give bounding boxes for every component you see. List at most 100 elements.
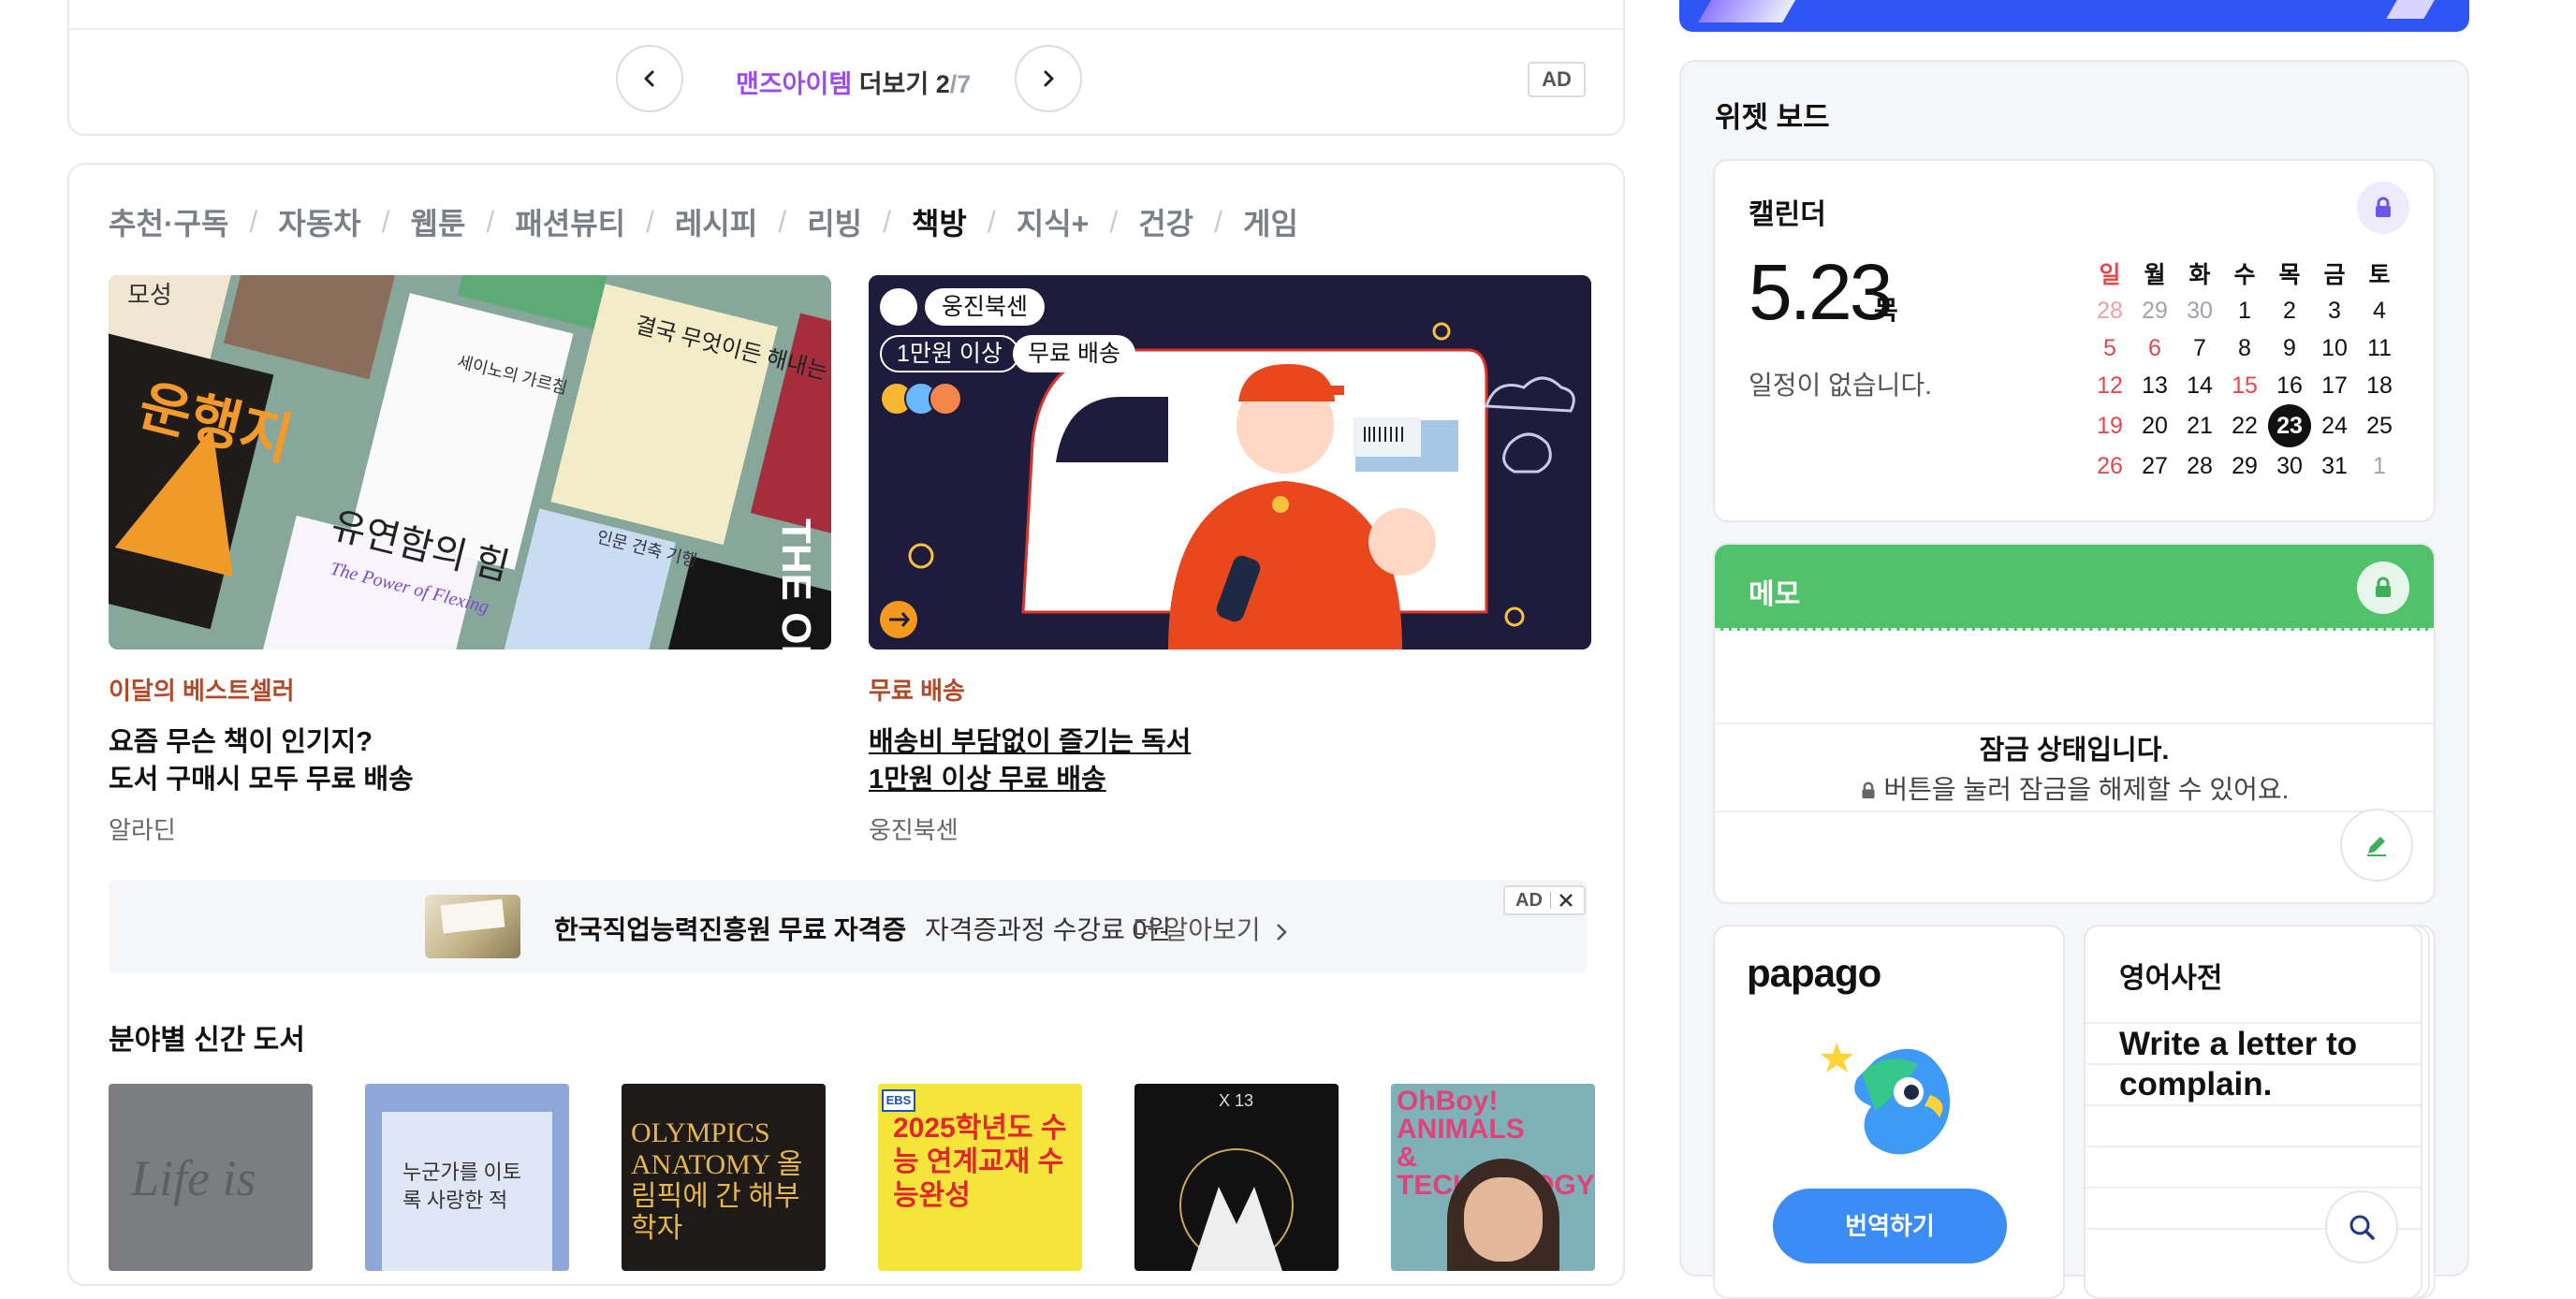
tab-recipe[interactable]: 레시피 [675, 200, 757, 243]
top-right-banner[interactable] [1679, 0, 2469, 32]
section-title: 분야별 신간 도서 [109, 1025, 305, 1056]
emoji-reactions [880, 382, 962, 416]
calendar-day[interactable]: 12 [2087, 367, 2132, 404]
calendar-day[interactable]: 9 [2267, 329, 2312, 367]
memo-widget[interactable]: 메모 잠금 상태입니다. 버튼을 눌러 잠금을 해제할 수 있어요. [1713, 543, 2436, 904]
ad-title: 한국직업능력진흥원 무료 자격증 [554, 915, 907, 944]
book-collage: 모성 운행지 세이노의 가르침 결국 무엇이든 해내는 사람 유연함의 힘 Th… [109, 275, 831, 650]
calendar-day[interactable]: 20 [2132, 404, 2177, 447]
ad-badge[interactable]: AD [1528, 62, 1586, 97]
tab-game[interactable]: 게임 [1243, 200, 1298, 243]
calendar-day[interactable]: 18 [2357, 367, 2402, 404]
papago-widget[interactable]: papago 번역하기 [1713, 925, 2065, 1299]
calendar-day[interactable]: 21 [2177, 404, 2222, 447]
pager: 맨즈아이템 더보기 2/7 AD [69, 45, 1623, 112]
calendar-day[interactable]: 16 [2267, 367, 2312, 404]
calendar-day[interactable]: 8 [2222, 329, 2267, 367]
calendar-day[interactable]: 15 [2222, 367, 2267, 404]
prev-button[interactable] [616, 45, 683, 112]
ad-info[interactable]: AD [1503, 885, 1586, 915]
dictionary-widget[interactable]: 영어사전 Write a letter to complain. [2084, 925, 2436, 1299]
memo-hint: 버튼을 눌러 잠금을 해제할 수 있어요. [1715, 769, 2434, 807]
tab-separator: / [1214, 204, 1222, 239]
calendar-day[interactable]: 2 [2267, 292, 2312, 329]
calendar-day[interactable]: 28 [2177, 447, 2222, 485]
calendar-day[interactable]: 25 [2357, 404, 2402, 447]
calendar-day[interactable]: 1 [2222, 292, 2267, 329]
calendar-day[interactable]: 30 [2177, 292, 2222, 329]
calendar-day[interactable]: 17 [2312, 367, 2357, 404]
book-cover[interactable]: EBS 2025학년도 수능 연계교재 수능완성 [878, 1084, 1082, 1271]
tab-separator: / [249, 204, 258, 239]
tab-webtoon[interactable]: 웹툰 [411, 200, 466, 243]
tab-recommend[interactable]: 추천·구독 [109, 200, 228, 243]
ad-banner[interactable]: 한국직업능력진흥원 무료 자격증 자격증과정 수강료 0원 더 알아보기 AD [109, 880, 1588, 973]
new-books-row: Life is 누군가를 이토록 사랑한 적 OLYMPICS ANATOMY … [109, 1084, 1595, 1271]
weekday-label: 월 [2144, 262, 2166, 288]
calendar-day[interactable]: 19 [2087, 404, 2132, 447]
today-marker: 23 [2268, 404, 2311, 447]
calendar-day[interactable]: 13 [2132, 367, 2177, 404]
calendar-day[interactable]: 1 [2357, 447, 2402, 485]
calendar-day[interactable]: 29 [2132, 292, 2177, 329]
calendar-day[interactable]: 27 [2132, 447, 2177, 485]
next-button[interactable] [1015, 45, 1082, 112]
weekday-label: 목 [2278, 262, 2301, 288]
heart-icon [929, 382, 962, 416]
ad-more-label: 더 알아보기 [1133, 915, 1261, 944]
tab-health[interactable]: 건강 [1138, 200, 1193, 243]
calendar-day[interactable]: 14 [2177, 367, 2222, 404]
tab-living[interactable]: 리빙 [807, 200, 862, 243]
calendar-day[interactable]: 7 [2177, 329, 2222, 367]
book-cover[interactable]: OLYMPICS ANATOMY 올림픽에 간 해부학자 [622, 1084, 826, 1271]
content-panel: 추천·구독 / 자동차 / 웹툰 / 패션뷰티 / 레시피 / 리빙 / 책방 / 지식+ / … [67, 163, 1625, 1286]
card-title[interactable]: 배송비 부담없이 즐기는 독서 1만원 이상 무료 배송 [869, 723, 1591, 798]
tab-separator: / [883, 204, 891, 239]
tab-separator: / [646, 204, 654, 239]
calendar-day[interactable]: 3 [2312, 292, 2357, 329]
tab-knowledge[interactable]: 지식+ [1017, 200, 1090, 243]
free-delivery-card[interactable]: 웅진북센 1만원 이상 무료 배송 무료 배송 배송비 부담없이 즐기는 독서 … [869, 275, 1591, 846]
calendar-day[interactable]: 28 [2087, 292, 2132, 329]
calendar-lock-button[interactable] [2357, 182, 2409, 234]
memo-edit-button[interactable] [2340, 809, 2413, 882]
book-cover[interactable]: Life is [109, 1084, 313, 1271]
book-cover[interactable]: OhBoy! ANIMALS & TECHNOLOGY [1391, 1084, 1595, 1271]
tab-fashion[interactable]: 패션뷰티 [515, 200, 625, 243]
book-illustration [1179, 1148, 1294, 1271]
memo-lock-button[interactable] [2357, 562, 2409, 614]
calendar-day[interactable]: 5 [2087, 329, 2132, 367]
calendar-day[interactable]: 10 [2312, 329, 2357, 367]
calendar-day[interactable]: 31 [2312, 447, 2357, 485]
calendar-day[interactable]: 24 [2312, 404, 2357, 447]
divider [69, 28, 1623, 30]
close-icon[interactable] [1559, 893, 1573, 908]
calendar-day[interactable]: 26 [2087, 447, 2132, 485]
calendar-day[interactable]: 4 [2357, 292, 2402, 329]
dictionary-card[interactable]: 영어사전 Write a letter to complain. [2084, 925, 2422, 1299]
card-category: 무료 배송 [869, 677, 965, 705]
bestseller-card[interactable]: 모성 운행지 세이노의 가르침 결국 무엇이든 해내는 사람 유연함의 힘 Th… [109, 275, 831, 846]
card-title[interactable]: 요즘 무슨 책이 인기지? 도서 구매시 모두 무료 배송 [109, 723, 831, 798]
delivery-image[interactable]: 웅진북센 1만원 이상 무료 배송 [869, 275, 1591, 650]
dictionary-search-button[interactable] [2325, 1190, 2398, 1263]
card-source: 알라딘 [109, 816, 176, 844]
publisher-badge: 웅진북센 [925, 288, 1046, 326]
tab-car[interactable]: 자동차 [278, 200, 360, 243]
pager-brand[interactable]: 맨즈아이템 [736, 70, 852, 98]
calendar-day[interactable]: 30 [2267, 447, 2312, 485]
calendar-day[interactable]: 22 [2222, 404, 2267, 447]
delivery-illustration [869, 275, 1591, 650]
translate-button[interactable]: 번역하기 [1773, 1189, 2007, 1263]
book-cover[interactable]: X 13 [1134, 1084, 1339, 1271]
tab-separator: / [778, 204, 787, 239]
book-cover[interactable]: 누군가를 이토록 사랑한 적 [365, 1084, 569, 1271]
tab-books[interactable]: 책방 [912, 200, 967, 243]
calendar-day[interactable]: 29 [2222, 447, 2267, 485]
ad-more-link[interactable]: 더 알아보기 [1133, 910, 1290, 947]
calendar-widget[interactable]: 캘린더 5.23 목 일정이 없습니다. 일 월 화 수 목 금 토 28 29 [1713, 159, 2436, 522]
bestseller-image[interactable]: 모성 운행지 세이노의 가르침 결국 무엇이든 해내는 사람 유연함의 힘 Th… [109, 275, 831, 650]
calendar-day[interactable]: 11 [2357, 329, 2402, 367]
calendar-day[interactable]: 6 [2132, 329, 2177, 367]
calendar-today[interactable]: 23 [2267, 404, 2312, 447]
